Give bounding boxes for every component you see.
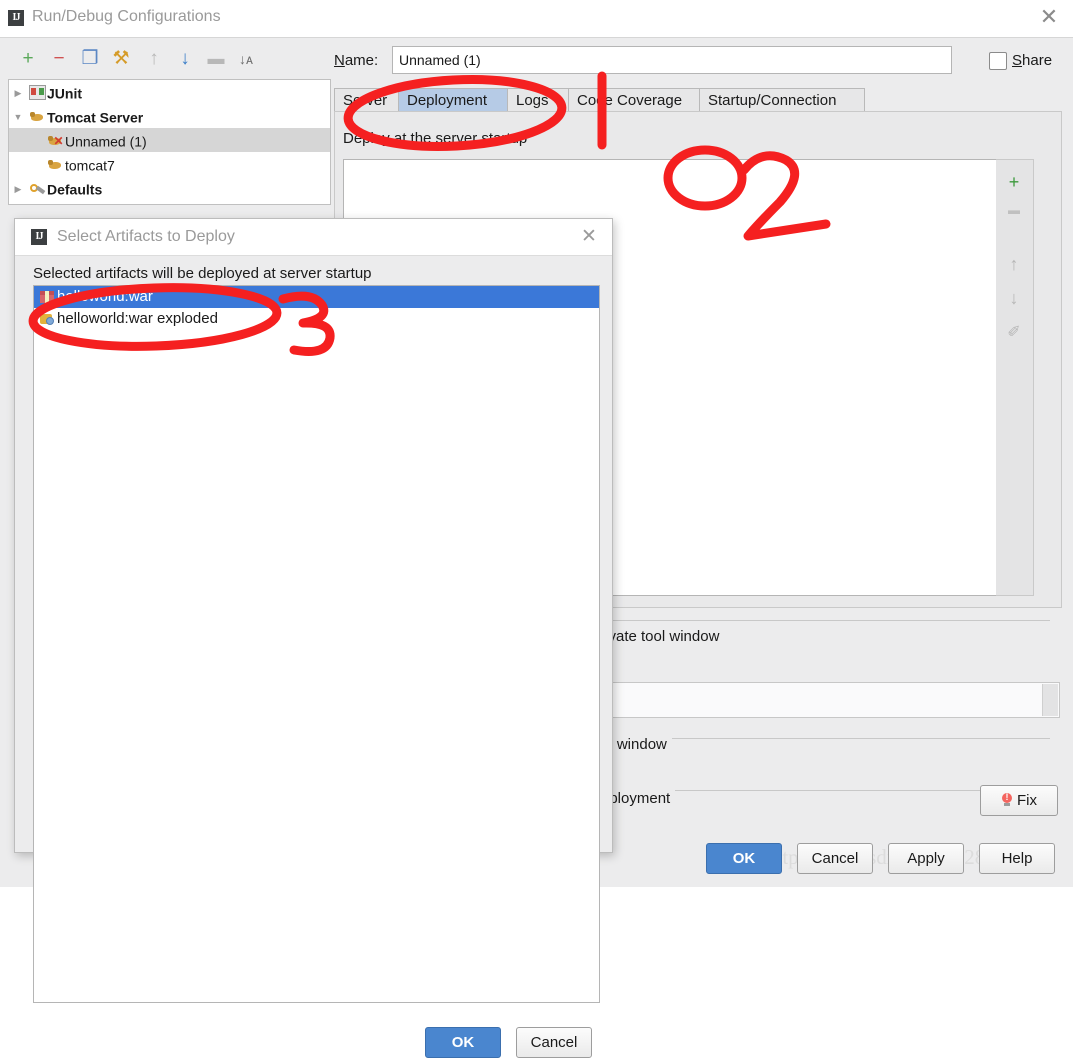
chevron-down-icon[interactable]: ▼ [9,105,27,129]
tree-item-label: tomcat7 [65,157,115,174]
chevron-right-icon[interactable]: ▶ [9,81,27,105]
tab-server[interactable]: Server [334,88,399,111]
intellij-idea-icon: IJ [31,229,47,245]
tree-item-junit[interactable]: ▶ JUnit [9,80,330,104]
tree-item-label: Unnamed (1) [65,133,147,150]
copy-configuration-button[interactable]: ❐ [76,45,104,73]
move-artifact-up-button[interactable]: ↑ [996,246,1032,282]
help-button[interactable]: Help [979,843,1055,874]
tab-label: Logs [516,92,549,109]
dialog-title: Select Artifacts to Deploy [57,228,235,245]
name-label: Name: [334,52,378,69]
artifact-item-helloworld-war-exploded[interactable]: helloworld:war exploded [34,308,599,330]
warning-bulb-icon [1001,791,1013,807]
tab-label: Code Coverage [577,92,683,109]
junit-icon [27,81,47,105]
move-down-button[interactable]: ↓ [171,45,199,73]
window-titlebar: IJ Run/Debug Configurations ✕ [0,0,1073,38]
tree-item-unnamed-1[interactable]: ✕ Unnamed (1) [9,128,330,152]
scrollbar[interactable] [1042,684,1058,716]
tree-item-label: JUnit [47,85,82,102]
tab-label: Deployment [407,92,488,109]
fix-button[interactable]: Fix [980,785,1058,816]
before-launch-combo[interactable] [596,682,1060,718]
tree-item-defaults[interactable]: ▶ Defaults [9,176,330,200]
intellij-idea-icon: IJ [8,10,24,26]
window-title: Run/Debug Configurations [32,8,221,25]
tomcat-error-icon: ✕ [45,129,65,153]
dialog-caption: Selected artifacts will be deployed at s… [33,265,372,282]
deploy-caption: Deploy at the server startup [343,130,528,147]
artifact-label: helloworld:war exploded [57,310,218,327]
deployment-list-toolbar: + ▬ ↑ ↓ ✐ [996,159,1034,596]
dialog-cancel-button[interactable]: Cancel [516,1027,592,1058]
wrench-icon [27,177,47,201]
tomcat-icon [27,105,47,129]
chevron-right-icon[interactable]: ▶ [9,177,27,201]
share-checkbox[interactable] [989,52,1007,70]
configurations-toolbar: + − ❐ ⚒ ↑ ↓ ▬ ↓ᴀ [6,45,258,77]
configurations-tree[interactable]: ▶ JUnit ▼ Tomcat Server ✕ Unnamed (1) tomcat7 ▶… [8,79,331,205]
sort-alphabetically-button[interactable]: ↓ᴀ [232,45,260,73]
name-label-rest: ame: [344,52,379,69]
move-artifact-down-button[interactable]: ↓ [996,280,1032,316]
move-up-button[interactable]: ↑ [140,45,168,73]
share-label[interactable]: Share [1012,52,1052,69]
cancel-button[interactable]: Cancel [797,843,873,874]
tree-item-label: Tomcat Server [47,109,144,126]
share-label-mnemonic: S [1012,52,1023,69]
tree-item-tomcat-server[interactable]: ▼ Tomcat Server [9,104,330,128]
tab-label: Startup/Connection [708,92,837,109]
apply-button[interactable]: Apply [888,843,964,874]
add-artifact-button[interactable]: + [996,164,1032,200]
ok-button[interactable]: OK [706,843,782,874]
tab-code-coverage[interactable]: Code Coverage [568,88,700,111]
name-label-mnemonic: N [334,52,345,69]
artifacts-list[interactable]: helloworld:war helloworld:war exploded [33,285,600,1003]
dialog-ok-button[interactable]: OK [425,1027,501,1058]
dialog-titlebar: IJ Select Artifacts to Deploy ✕ [15,219,612,256]
tab-startup-connection[interactable]: Startup/Connection [699,88,865,111]
select-artifacts-dialog: IJ Select Artifacts to Deploy ✕ Selected… [14,218,613,1058]
activate-tool-window-label: tivate tool window [596,628,725,645]
tree-item-label: Defaults [47,181,103,198]
tab-label: Server [343,92,388,109]
close-icon[interactable]: ✕ [1037,7,1061,31]
configuration-name-input[interactable] [392,46,952,74]
tree-item-tomcat7[interactable]: tomcat7 [9,152,330,176]
war-package-icon [37,286,57,308]
fix-button-label: Fix [1017,792,1037,809]
war-exploded-icon [37,308,57,330]
remove-artifact-button[interactable]: ▬ [996,200,1032,236]
artifact-label: helloworld:war [57,288,153,305]
artifact-item-helloworld-war[interactable]: helloworld:war [34,286,599,308]
add-configuration-button[interactable]: + [14,45,42,73]
close-icon[interactable]: ✕ [578,226,600,248]
remove-configuration-button[interactable]: − [45,45,73,73]
tab-deployment[interactable]: Deployment [398,88,508,111]
edit-templates-button[interactable]: ⚒ [107,45,135,73]
edit-artifact-button[interactable]: ✐ [996,315,1032,351]
share-label-rest: hare [1022,52,1053,69]
folder-button[interactable]: ▬ [202,45,230,73]
tomcat-icon [45,153,65,177]
tab-logs[interactable]: Logs [507,88,569,111]
configuration-tabs: Server Deployment Logs Code Coverage Startup… [334,88,1054,112]
